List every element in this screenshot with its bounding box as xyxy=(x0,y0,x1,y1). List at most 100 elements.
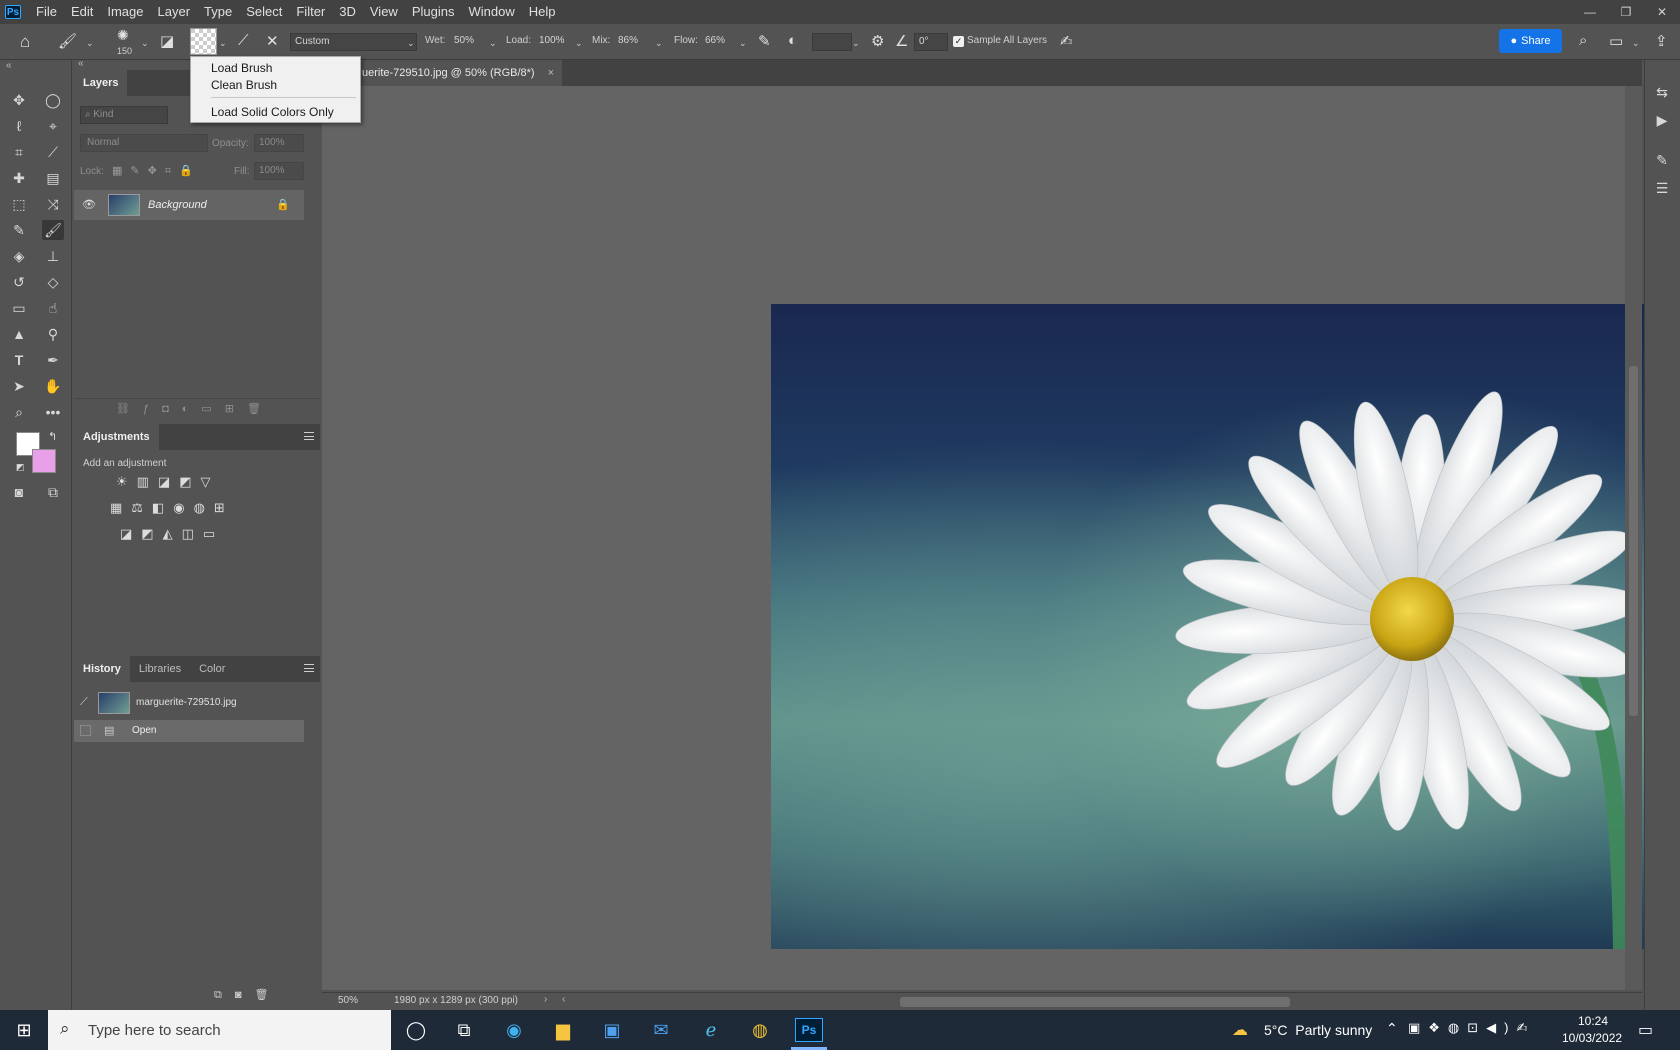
sample-all-layers-checkbox[interactable]: ✓ xyxy=(953,36,964,47)
tab-adjustments[interactable]: Adjustments xyxy=(74,424,159,450)
gradient-tool-icon[interactable]: ▭ xyxy=(8,298,30,318)
angle-input[interactable]: 0° xyxy=(914,33,948,51)
collapse-icon[interactable]: « xyxy=(6,60,12,71)
opacity-input[interactable]: 100% xyxy=(254,134,304,152)
menu-file[interactable]: File xyxy=(29,0,64,24)
crop-tool-icon[interactable]: ⌗ xyxy=(8,142,30,162)
history-step-row[interactable]: ▤ Open xyxy=(74,720,304,742)
menu-filter[interactable]: Filter xyxy=(289,0,332,24)
brush-tip-icon[interactable]: ✺ xyxy=(117,27,129,44)
clock-date[interactable]: 10/03/2022 xyxy=(1562,1031,1622,1045)
search-icon[interactable]: ⌕ xyxy=(1579,32,1587,49)
brush-load-swatch[interactable] xyxy=(190,28,217,55)
tab-libraries[interactable]: Libraries xyxy=(130,656,190,682)
scroll-left-icon[interactable]: ‹ xyxy=(562,994,565,1005)
chevron-down-icon[interactable]: ⌄ xyxy=(655,38,663,49)
adjustment-icons-row-1[interactable]: ☀▥◪◩▽ xyxy=(116,474,220,490)
eye-icon[interactable]: 👁 xyxy=(82,198,96,211)
stamp-tool-icon[interactable]: ⊥ xyxy=(42,246,64,266)
chevron-down-icon[interactable]: ⌄ xyxy=(1632,38,1640,49)
chrome-icon[interactable]: ◍ xyxy=(747,1018,773,1042)
zoom-level[interactable]: 50% xyxy=(338,995,358,1006)
export-icon[interactable]: ⇪ xyxy=(1655,32,1668,50)
chevron-down-icon[interactable]: ⌄ xyxy=(141,38,149,49)
smudge-tool-icon[interactable]: ☝ xyxy=(42,298,64,318)
content-aware-tool-icon[interactable]: ⬚ xyxy=(8,194,30,214)
internet-explorer-icon[interactable]: ℯ xyxy=(698,1018,724,1042)
close-tab-icon[interactable]: × xyxy=(548,67,554,79)
layer-row[interactable]: 👁 Background 🔒 xyxy=(74,190,304,220)
move-tool-icon[interactable]: ✥ xyxy=(8,90,30,110)
tab-history[interactable]: History xyxy=(74,656,130,682)
type-tool-icon[interactable]: T xyxy=(8,350,30,370)
restore-icon[interactable]: ❐ xyxy=(1608,0,1644,24)
menu-window[interactable]: Window xyxy=(461,0,521,24)
lock-icons[interactable]: ▦✎✥⌗🔒 xyxy=(112,164,201,178)
minimize-icon[interactable]: — xyxy=(1572,0,1608,24)
photoshop-taskbar-icon[interactable]: Ps xyxy=(795,1018,823,1042)
smoothing-input[interactable] xyxy=(812,33,852,51)
canvas-area[interactable] xyxy=(322,86,1680,990)
load-input[interactable]: 100% xyxy=(535,33,572,51)
document-info[interactable]: 1980 px x 1289 px (300 ppi) xyxy=(394,995,518,1006)
document-image[interactable] xyxy=(771,304,1680,949)
chevron-down-icon[interactable]: ⌄ xyxy=(575,38,583,49)
dodge-tool-icon[interactable]: ⚲ xyxy=(42,324,64,344)
quick-select-tool-icon[interactable]: ⌖ xyxy=(42,116,64,136)
load-solid-colors-item[interactable]: Load Solid Colors Only xyxy=(211,105,334,119)
vertical-scroll-thumb[interactable] xyxy=(1629,366,1638,716)
history-brush-tool-icon[interactable]: ↺ xyxy=(8,272,30,292)
store-icon[interactable]: ▣ xyxy=(599,1018,625,1042)
adjust-settings-icon[interactable]: ☰ xyxy=(1651,178,1673,198)
load-brush-item[interactable]: Load Brush xyxy=(211,61,272,75)
clean-brush-item[interactable]: Clean Brush xyxy=(211,78,277,92)
adjustment-icons-row-3[interactable]: ◪◩◭◫▭ xyxy=(120,526,224,542)
mixer-brush-tool-icon[interactable]: 🖌 xyxy=(42,220,64,240)
chevron-down-icon[interactable]: ⌄ xyxy=(852,38,860,49)
share-button[interactable]: ● Share xyxy=(1499,29,1562,53)
taskbar-search-box[interactable]: ⌕ Type here to search xyxy=(48,1010,391,1050)
eyedropper-tool-icon[interactable]: ⟋ xyxy=(42,142,64,162)
menu-layer[interactable]: Layer xyxy=(151,0,198,24)
zoom-tool-icon[interactable]: ⌕ xyxy=(8,402,30,422)
file-explorer-icon[interactable]: ▆ xyxy=(550,1018,576,1042)
pressure-icon[interactable]: ✍ xyxy=(1060,32,1073,50)
chevron-down-icon[interactable]: ⌄ xyxy=(86,38,94,49)
menu-help[interactable]: Help xyxy=(522,0,563,24)
lasso-tool-icon[interactable]: ℓ xyxy=(8,116,30,136)
clock-time[interactable]: 10:24 xyxy=(1578,1014,1608,1028)
swap-colors-icon[interactable]: ↰ xyxy=(48,430,57,443)
flow-input[interactable]: 66% xyxy=(701,33,738,51)
edge-icon[interactable]: ◉ xyxy=(501,1018,527,1042)
paint-bucket-tool-icon[interactable]: ◈ xyxy=(8,246,30,266)
layer-actions-icons[interactable]: ⛓ƒ◘◐▭⊞🗑 xyxy=(116,402,274,415)
adjustment-icons-row-2[interactable]: ▦⚖◧◉◍⊞ xyxy=(110,500,234,516)
hand-tool-icon[interactable]: ✋ xyxy=(42,376,64,396)
properties-icon[interactable]: ⇆ xyxy=(1651,82,1673,102)
lock-icon[interactable]: 🔒 xyxy=(276,198,290,211)
background-color-swatch[interactable] xyxy=(32,449,56,473)
cortana-icon[interactable]: ◯ xyxy=(403,1018,429,1042)
smoothing-icon[interactable]: ◐ xyxy=(788,32,797,49)
pen-tool-icon[interactable]: ✒ xyxy=(42,350,64,370)
chevron-down-icon[interactable]: ⌄ xyxy=(489,38,497,49)
more-tools-icon[interactable]: ••• xyxy=(42,402,64,422)
mix-input[interactable]: 86% xyxy=(614,33,651,51)
actions-icon[interactable]: ▶ xyxy=(1651,110,1673,130)
chevron-down-icon[interactable]: ⌄ xyxy=(739,38,747,49)
mail-icon[interactable]: ✉ xyxy=(648,1018,674,1042)
eraser-tool-icon[interactable]: ◇ xyxy=(42,272,64,292)
brush-settings-icon[interactable]: ✎ xyxy=(1651,150,1673,170)
patch-tool-icon[interactable]: ▤ xyxy=(42,168,64,188)
tab-color[interactable]: Color xyxy=(190,656,234,682)
menu-type[interactable]: Type xyxy=(197,0,239,24)
tab-layers[interactable]: Layers xyxy=(74,70,128,96)
weather-icon[interactable]: ☁ xyxy=(1232,1020,1248,1040)
panel-menu-icon[interactable] xyxy=(304,664,314,672)
menu-3d[interactable]: 3D xyxy=(332,0,363,24)
vertical-scrollbar[interactable] xyxy=(1625,86,1642,990)
home-icon[interactable]: ⌂ xyxy=(20,32,30,52)
menu-edit[interactable]: Edit xyxy=(64,0,100,24)
windows-start-icon[interactable]: ⊞ xyxy=(11,1018,37,1042)
path-select-tool-icon[interactable]: ➤ xyxy=(8,376,30,396)
